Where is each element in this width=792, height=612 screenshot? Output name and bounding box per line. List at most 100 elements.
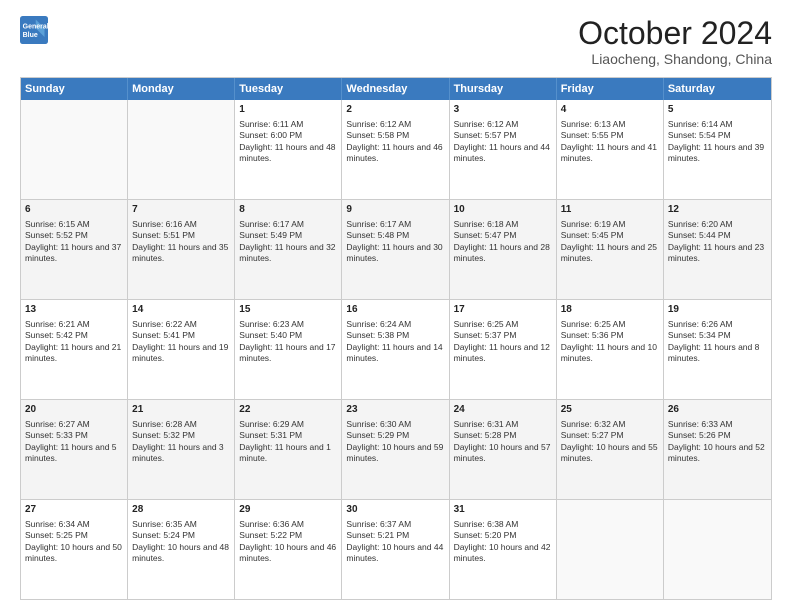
day-number: 3 [454, 103, 552, 117]
calendar-cell-4-2: 29Sunrise: 6:36 AMSunset: 5:22 PMDayligh… [235, 500, 342, 599]
sunrise-text: Sunrise: 6:15 AM [25, 219, 123, 230]
sunset-text: Sunset: 5:57 PM [454, 130, 552, 141]
sunrise-text: Sunrise: 6:32 AM [561, 419, 659, 430]
sunset-text: Sunset: 6:00 PM [239, 130, 337, 141]
sunrise-text: Sunrise: 6:11 AM [239, 119, 337, 130]
sunrise-text: Sunrise: 6:34 AM [25, 519, 123, 530]
sunrise-text: Sunrise: 6:33 AM [668, 419, 767, 430]
daylight-text: Daylight: 11 hours and 5 minutes. [25, 442, 123, 465]
day-number: 5 [668, 103, 767, 117]
sunset-text: Sunset: 5:54 PM [668, 130, 767, 141]
weekday-header-wednesday: Wednesday [342, 78, 449, 100]
sunrise-text: Sunrise: 6:25 AM [454, 319, 552, 330]
calendar-cell-2-2: 15Sunrise: 6:23 AMSunset: 5:40 PMDayligh… [235, 300, 342, 399]
sunset-text: Sunset: 5:27 PM [561, 430, 659, 441]
calendar-grid: SundayMondayTuesdayWednesdayThursdayFrid… [20, 77, 772, 600]
daylight-text: Daylight: 11 hours and 39 minutes. [668, 142, 767, 165]
sunrise-text: Sunrise: 6:37 AM [346, 519, 444, 530]
day-number: 23 [346, 403, 444, 417]
calendar-cell-1-1: 7Sunrise: 6:16 AMSunset: 5:51 PMDaylight… [128, 200, 235, 299]
sunrise-text: Sunrise: 6:31 AM [454, 419, 552, 430]
sunset-text: Sunset: 5:34 PM [668, 330, 767, 341]
logo: General Blue General Blue [20, 16, 48, 44]
logo-icon: General Blue [20, 16, 48, 44]
daylight-text: Daylight: 10 hours and 55 minutes. [561, 442, 659, 465]
day-number: 31 [454, 503, 552, 517]
sunrise-text: Sunrise: 6:12 AM [346, 119, 444, 130]
daylight-text: Daylight: 10 hours and 42 minutes. [454, 542, 552, 565]
day-number: 15 [239, 303, 337, 317]
sunrise-text: Sunrise: 6:22 AM [132, 319, 230, 330]
day-number: 10 [454, 203, 552, 217]
calendar-cell-4-6 [664, 500, 771, 599]
sunrise-text: Sunrise: 6:14 AM [668, 119, 767, 130]
weekday-header-monday: Monday [128, 78, 235, 100]
sunset-text: Sunset: 5:45 PM [561, 230, 659, 241]
sunrise-text: Sunrise: 6:21 AM [25, 319, 123, 330]
svg-text:Blue: Blue [23, 32, 38, 39]
sunset-text: Sunset: 5:42 PM [25, 330, 123, 341]
sunset-text: Sunset: 5:20 PM [454, 530, 552, 541]
daylight-text: Daylight: 10 hours and 52 minutes. [668, 442, 767, 465]
day-number: 27 [25, 503, 123, 517]
sunrise-text: Sunrise: 6:24 AM [346, 319, 444, 330]
title-block: October 2024 Liaocheng, Shandong, China [578, 16, 772, 67]
calendar-row-3: 20Sunrise: 6:27 AMSunset: 5:33 PMDayligh… [21, 399, 771, 499]
sunrise-text: Sunrise: 6:36 AM [239, 519, 337, 530]
calendar-cell-0-1 [128, 100, 235, 199]
calendar-cell-4-0: 27 Sunrise: 6:34 AMSunset: 5:25 PMDayligh… [21, 500, 128, 599]
calendar-cell-1-0: 6Sunrise: 6:15 AMSunset: 5:52 PMDaylight… [21, 200, 128, 299]
calendar-cell-4-5 [557, 500, 664, 599]
sunrise-text: Sunrise: 6:25 AM [561, 319, 659, 330]
sunrise-text: Sunrise: 6:23 AM [239, 319, 337, 330]
sunset-text: Sunset: 5:31 PM [239, 430, 337, 441]
sunrise-text: Sunrise: 6:18 AM [454, 219, 552, 230]
sunset-text: Sunset: 5:29 PM [346, 430, 444, 441]
calendar-cell-3-0: 20Sunrise: 6:27 AMSunset: 5:33 PMDayligh… [21, 400, 128, 499]
day-number: 1 [239, 103, 337, 117]
day-number: 4 [561, 103, 659, 117]
day-number: 12 [668, 203, 767, 217]
calendar-cell-0-2: 1 Sunrise: 6:11 AMSunset: 6:00 PMDaylight… [235, 100, 342, 199]
day-number: 13 [25, 303, 123, 317]
sunrise-text: Sunrise: 6:12 AM [454, 119, 552, 130]
calendar-cell-1-2: 8Sunrise: 6:17 AMSunset: 5:49 PMDaylight… [235, 200, 342, 299]
sunset-text: Sunset: 5:25 PM [25, 530, 123, 541]
calendar-cell-1-5: 11Sunrise: 6:19 AMSunset: 5:45 PMDayligh… [557, 200, 664, 299]
daylight-text: Daylight: 10 hours and 50 minutes. [25, 542, 123, 565]
calendar-cell-3-4: 24Sunrise: 6:31 AMSunset: 5:28 PMDayligh… [450, 400, 557, 499]
sunset-text: Sunset: 5:24 PM [132, 530, 230, 541]
sunset-text: Sunset: 5:32 PM [132, 430, 230, 441]
sunset-text: Sunset: 5:21 PM [346, 530, 444, 541]
calendar-cell-2-4: 17Sunrise: 6:25 AMSunset: 5:37 PMDayligh… [450, 300, 557, 399]
daylight-text: Daylight: 11 hours and 1 minute. [239, 442, 337, 465]
day-number: 9 [346, 203, 444, 217]
weekday-header-tuesday: Tuesday [235, 78, 342, 100]
location-subtitle: Liaocheng, Shandong, China [578, 51, 772, 67]
sunset-text: Sunset: 5:33 PM [25, 430, 123, 441]
sunrise-text: Sunrise: 6:28 AM [132, 419, 230, 430]
sunset-text: Sunset: 5:51 PM [132, 230, 230, 241]
daylight-text: Daylight: 11 hours and 41 minutes. [561, 142, 659, 165]
page-header: General Blue General Blue October 2024 L… [20, 16, 772, 67]
calendar-row-1: 6Sunrise: 6:15 AMSunset: 5:52 PMDaylight… [21, 199, 771, 299]
day-number: 30 [346, 503, 444, 517]
sunset-text: Sunset: 5:58 PM [346, 130, 444, 141]
calendar-cell-4-3: 30Sunrise: 6:37 AMSunset: 5:21 PMDayligh… [342, 500, 449, 599]
sunset-text: Sunset: 5:44 PM [668, 230, 767, 241]
calendar-cell-1-4: 10Sunrise: 6:18 AMSunset: 5:47 PMDayligh… [450, 200, 557, 299]
sunset-text: Sunset: 5:49 PM [239, 230, 337, 241]
daylight-text: Daylight: 11 hours and 23 minutes. [668, 242, 767, 265]
calendar-row-4: 27Sunrise: 6:34 AMSunset: 5:25 PMDayligh… [21, 499, 771, 599]
daylight-text: Daylight: 10 hours and 57 minutes. [454, 442, 552, 465]
calendar-cell-1-6: 12Sunrise: 6:20 AMSunset: 5:44 PMDayligh… [664, 200, 771, 299]
day-number: 29 [239, 503, 337, 517]
calendar-cell-3-1: 21Sunrise: 6:28 AMSunset: 5:32 PMDayligh… [128, 400, 235, 499]
daylight-text: Daylight: 11 hours and 37 minutes. [25, 242, 123, 265]
daylight-text: Daylight: 11 hours and 10 minutes. [561, 342, 659, 365]
daylight-text: Daylight: 11 hours and 48 minutes. [239, 142, 337, 165]
sunset-text: Sunset: 5:41 PM [132, 330, 230, 341]
calendar-cell-2-0: 13Sunrise: 6:21 AMSunset: 5:42 PMDayligh… [21, 300, 128, 399]
sunset-text: Sunset: 5:47 PM [454, 230, 552, 241]
sunset-text: Sunset: 5:37 PM [454, 330, 552, 341]
